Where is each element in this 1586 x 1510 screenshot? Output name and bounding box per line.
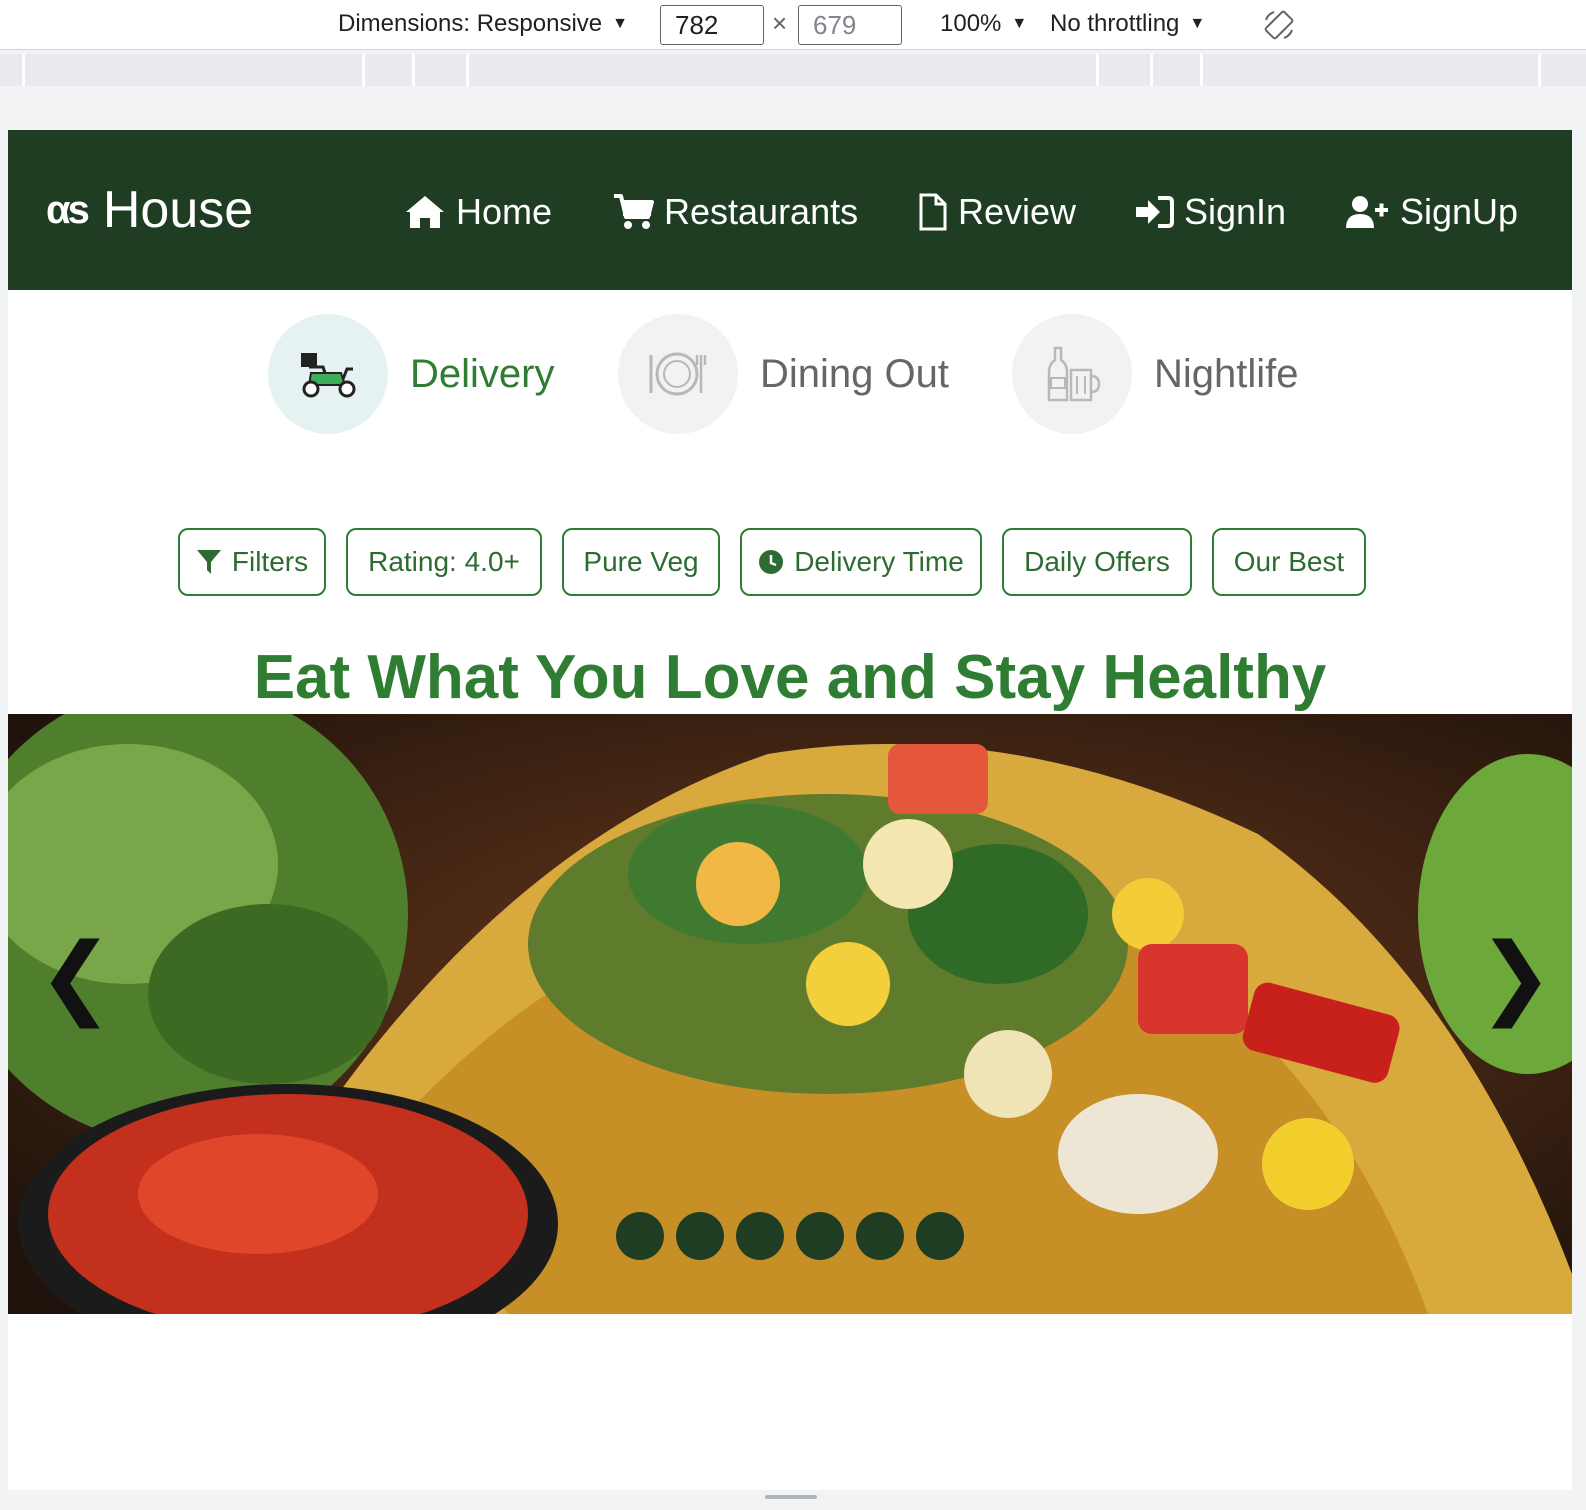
carousel-dot[interactable]: [916, 1212, 964, 1260]
brand[interactable]: αs House: [46, 180, 253, 240]
carousel-next-arrow[interactable]: ❯: [1478, 924, 1553, 1029]
nav-review[interactable]: Review: [918, 188, 1076, 236]
hero-carousel: ❮ ❯: [8, 714, 1572, 1314]
nav-signup[interactable]: SignUp: [1344, 188, 1518, 236]
scooter-icon: [301, 353, 356, 398]
throttling-dropdown[interactable]: No throttling ▼: [1050, 0, 1205, 48]
width-input[interactable]: 782: [660, 5, 764, 45]
clock-icon: [759, 550, 784, 574]
ruler-segment[interactable]: [22, 54, 25, 86]
carousel-dot[interactable]: [616, 1212, 664, 1260]
filter-icon: [196, 550, 221, 574]
daily-offers-chip[interactable]: Daily Offers: [1002, 528, 1192, 596]
brand-name: House: [102, 181, 254, 239]
nav-restaurants[interactable]: Restaurants: [612, 188, 858, 236]
dimensions-dropdown[interactable]: Dimensions: Responsive ▼: [338, 0, 628, 48]
filters-label: Filters: [231, 546, 309, 577]
carousel-dot[interactable]: [796, 1212, 844, 1260]
delivery-time-label: Delivery Time: [794, 546, 964, 577]
cart-icon: [614, 194, 654, 229]
carousel-prev-arrow[interactable]: ❮: [38, 924, 113, 1029]
filters-button[interactable]: Filters: [178, 528, 326, 596]
our-best-label: Our Best: [1233, 546, 1345, 577]
ruler-segment[interactable]: [1096, 54, 1099, 86]
nightlife-icon-circle: [1012, 314, 1132, 434]
dimensions-label: Dimensions: Responsive: [338, 10, 603, 37]
mode-dining-out-label: Dining Out: [760, 351, 949, 396]
nav-restaurants-label: Restaurants: [664, 191, 859, 232]
nav-signup-label: SignUp: [1400, 191, 1519, 232]
navbar: αs House Home Restaurants Review SignIn …: [8, 130, 1572, 290]
devtools-toolbar: Dimensions: Responsive ▼ 782 × 679 100% …: [0, 0, 1586, 50]
home-icon: [406, 196, 444, 228]
carousel-dot[interactable]: [856, 1212, 904, 1260]
carousel-dot[interactable]: [676, 1212, 724, 1260]
page-headline: Eat What You Love and Stay Healthy: [253, 643, 1327, 712]
chevron-down-icon: ▼: [1011, 15, 1028, 32]
rating-filter-label: Rating: 4.0+: [368, 546, 520, 577]
daily-offers-label: Daily Offers: [1024, 546, 1170, 577]
bottle-icon: [1047, 346, 1101, 402]
ruler-segment[interactable]: [1200, 54, 1203, 86]
mode-tabs: Delivery Dining Out Nightlife: [8, 314, 1572, 434]
pure-veg-chip[interactable]: Pure Veg: [562, 528, 720, 596]
nav-review-label: Review: [958, 191, 1077, 232]
viewport-resize-handle[interactable]: [765, 1495, 817, 1499]
mode-nightlife-label: Nightlife: [1154, 351, 1299, 396]
filter-chips: Filters Rating: 4.0+ Pure Veg Delivery T…: [8, 528, 1572, 596]
chevron-down-icon: ▼: [612, 15, 628, 32]
mode-nightlife[interactable]: Nightlife: [1012, 314, 1299, 434]
nav-home-label: Home: [456, 191, 553, 232]
ruler-segment[interactable]: [412, 54, 415, 86]
media-query-ruler: [0, 54, 1586, 86]
nav-home[interactable]: Home: [404, 188, 552, 236]
height-input[interactable]: 679: [798, 5, 902, 45]
zoom-label: 100%: [940, 10, 1002, 37]
sign-in-icon: [1136, 196, 1174, 228]
nav-signin[interactable]: SignIn: [1134, 188, 1286, 236]
rating-filter-chip[interactable]: Rating: 4.0+: [346, 528, 542, 596]
times-sign: ×: [772, 8, 788, 38]
ruler-segment[interactable]: [1150, 54, 1153, 86]
mode-dining-out[interactable]: Dining Out: [618, 314, 949, 434]
rotate-icon[interactable]: [1262, 8, 1296, 42]
plate-icon: [649, 352, 707, 396]
nav-signin-label: SignIn: [1184, 191, 1287, 232]
delivery-icon-circle: [268, 314, 388, 434]
our-best-chip[interactable]: Our Best: [1212, 528, 1366, 596]
mode-delivery[interactable]: Delivery: [268, 314, 554, 434]
user-plus-icon: [1346, 196, 1388, 228]
carousel-indicators: [616, 1212, 976, 1260]
carousel-dot[interactable]: [736, 1212, 784, 1260]
pure-veg-label: Pure Veg: [583, 546, 699, 577]
emulated-viewport: αs House Home Restaurants Review SignIn …: [8, 130, 1572, 1490]
ruler-segment[interactable]: [1538, 54, 1541, 86]
ruler-segment[interactable]: [466, 54, 469, 86]
dining-icon-circle: [618, 314, 738, 434]
mode-delivery-label: Delivery: [410, 351, 555, 396]
brand-logo: αs: [46, 187, 90, 232]
throttling-label: No throttling: [1050, 10, 1180, 37]
ruler-segment[interactable]: [362, 54, 365, 86]
document-icon: [919, 193, 947, 231]
zoom-dropdown[interactable]: 100% ▼: [940, 0, 1027, 48]
chevron-down-icon: ▼: [1189, 15, 1206, 32]
delivery-time-chip[interactable]: Delivery Time: [740, 528, 982, 596]
